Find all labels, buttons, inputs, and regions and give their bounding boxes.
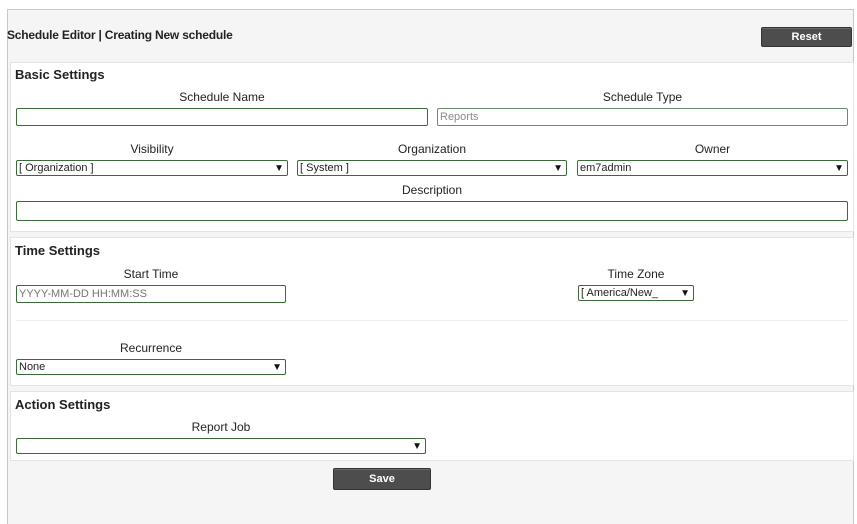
page-title: Schedule Editor | Creating New schedule [7, 28, 233, 42]
time-zone-label: Time Zone [607, 267, 665, 281]
report-job-label: Report Job [191, 420, 251, 434]
start-time-label: Start Time [123, 267, 179, 281]
time-settings-title: Time Settings [15, 243, 101, 258]
time-zone-select[interactable]: [ America/New_ ▼ [578, 285, 694, 301]
schedule-type-field: Reports [437, 108, 848, 126]
chevron-down-icon: ▼ [272, 362, 282, 373]
description-label: Description [401, 183, 463, 197]
chevron-down-icon: ▼ [412, 441, 422, 452]
report-job-select[interactable]: ▼ [16, 438, 426, 454]
schedule-type-label: Schedule Type [602, 90, 683, 104]
chevron-down-icon: ▼ [274, 163, 284, 174]
owner-label: Owner [694, 142, 731, 156]
visibility-label: Visibility [130, 142, 174, 156]
start-time-input[interactable] [16, 285, 286, 303]
recurrence-label: Recurrence [119, 341, 183, 355]
recurrence-value: None [19, 361, 46, 373]
recurrence-select[interactable]: None ▼ [16, 359, 286, 375]
organization-select[interactable]: [ System ] ▼ [297, 160, 567, 176]
description-input[interactable] [16, 201, 848, 221]
visibility-value: [ Organization ] [19, 162, 94, 174]
divider [16, 320, 848, 321]
chevron-down-icon: ▼ [553, 163, 563, 174]
organization-value: [ System ] [300, 162, 349, 174]
time-zone-value: [ America/New_ [581, 287, 659, 299]
chevron-down-icon: ▼ [834, 163, 844, 174]
chevron-down-icon: ▼ [680, 288, 690, 299]
save-button[interactable]: Save [333, 468, 431, 490]
schedule-name-input[interactable] [16, 108, 428, 126]
visibility-select[interactable]: [ Organization ] ▼ [16, 160, 288, 176]
owner-select[interactable]: em7admin ▼ [577, 160, 848, 176]
organization-label: Organization [397, 142, 467, 156]
schedule-name-label: Schedule Name [179, 90, 265, 104]
action-settings-title: Action Settings [15, 397, 111, 412]
reset-button[interactable]: Reset [761, 27, 852, 47]
owner-value: em7admin [580, 162, 632, 174]
basic-settings-title: Basic Settings [15, 67, 105, 82]
schedule-type-value: Reports [440, 111, 479, 123]
